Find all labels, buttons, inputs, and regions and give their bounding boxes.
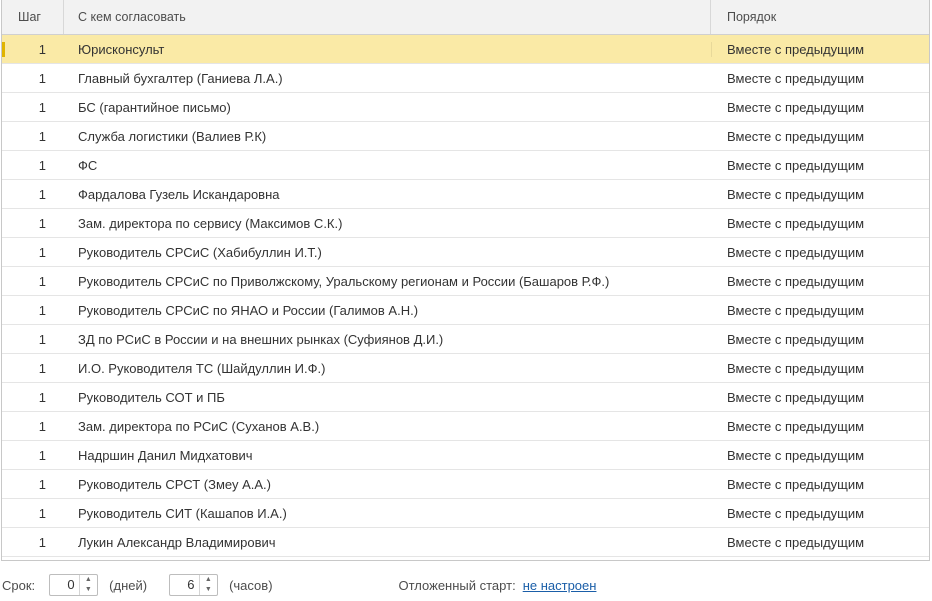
cell-order[interactable]: Вместе с предыдущим bbox=[711, 360, 929, 376]
cell-who[interactable]: БС (гарантийное письмо) bbox=[64, 100, 711, 115]
triangle-up-icon[interactable]: ▲ bbox=[80, 575, 98, 585]
hours-value[interactable]: 6 bbox=[170, 575, 198, 595]
table-row[interactable]: 1 БС (гарантийное письмо) Вместе с предыду… bbox=[2, 93, 929, 122]
table-row[interactable]: 1 Руководитель СИТ (Кашапов И.А.) Вместе с… bbox=[2, 499, 929, 528]
cell-who[interactable]: Фардалова Гузель Искандаровна bbox=[64, 187, 711, 202]
table-row[interactable]: 1 Главный бухгалтер (Ганиева Л.А.) Вместе … bbox=[2, 64, 929, 93]
cell-order[interactable]: Вместе с предыдущим bbox=[711, 447, 929, 463]
cell-who[interactable]: Зам. директора по сервису (Максимов С.К.… bbox=[64, 216, 711, 231]
triangle-down-icon[interactable]: ▼ bbox=[200, 585, 218, 595]
table-body: 1 Юрисконсульт Вместе с предыдущим 1 Главный… bbox=[2, 35, 929, 557]
table-header: Шаг С кем согласовать Порядок bbox=[2, 0, 929, 35]
table-row[interactable]: 1 Фардалова Гузель Искандаровна Вместе с п… bbox=[2, 180, 929, 209]
cell-who[interactable]: Лукин Александр Владимирович bbox=[64, 535, 711, 550]
cell-who[interactable]: Руководитель СИТ (Кашапов И.А.) bbox=[64, 506, 711, 521]
cell-who[interactable]: Руководитель СОТ и ПБ bbox=[64, 390, 711, 405]
column-header-order[interactable]: Порядок bbox=[711, 0, 929, 34]
table-row[interactable]: 1 И.О. Руководителя ТС (Шайдуллин И.Ф.) Вм… bbox=[2, 354, 929, 383]
cell-step[interactable]: 1 bbox=[2, 71, 64, 86]
table-row[interactable]: 1 Юрисконсульт Вместе с предыдущим bbox=[2, 35, 929, 64]
cell-step[interactable]: 1 bbox=[2, 216, 64, 231]
days-label: (дней) bbox=[109, 577, 148, 593]
cell-order[interactable]: Вместе с предыдущим bbox=[711, 128, 929, 144]
table-row[interactable]: 1 Зам. директора по РСиС (Суханов А.В.) Вм… bbox=[2, 412, 929, 441]
cell-who[interactable]: Главный бухгалтер (Ганиева Л.А.) bbox=[64, 71, 711, 86]
cell-who[interactable]: Руководитель СРСиС (Хабибуллин И.Т.) bbox=[64, 245, 711, 260]
term-label: Срок: bbox=[2, 577, 36, 593]
cell-order[interactable]: Вместе с предыдущим bbox=[711, 99, 929, 115]
triangle-up-icon[interactable]: ▲ bbox=[200, 575, 218, 585]
footer-bar: Срок: 0 ▲ ▼ (дней) 6 ▲ ▼ (часов) Отложен… bbox=[0, 572, 932, 598]
cell-step[interactable]: 1 bbox=[2, 129, 64, 144]
cell-who[interactable]: Руководитель СРСиС по ЯНАО и России (Гал… bbox=[64, 303, 711, 318]
cell-order[interactable]: Вместе с предыдущим bbox=[711, 273, 929, 289]
table-row[interactable]: 1 Руководитель СРСТ (Змеу А.А.) Вместе с п… bbox=[2, 470, 929, 499]
table-row[interactable]: 1 ФС Вместе с предыдущим bbox=[2, 151, 929, 180]
table-row[interactable]: 1 Руководитель СРСиС по Приволжскому, Ура… bbox=[2, 267, 929, 296]
cell-step[interactable]: 1 bbox=[2, 477, 64, 492]
table-row[interactable]: 1 Служба логистики (Валиев Р.К) Вместе с п… bbox=[2, 122, 929, 151]
cell-step[interactable]: 1 bbox=[2, 390, 64, 405]
cell-order[interactable]: Вместе с предыдущим bbox=[711, 505, 929, 521]
triangle-down-icon[interactable]: ▼ bbox=[80, 585, 98, 595]
table-row[interactable]: 1 ЗД по РСиС в России и на внешних рынках… bbox=[2, 325, 929, 354]
cell-step[interactable]: 1 bbox=[2, 41, 64, 57]
cell-who[interactable]: Служба логистики (Валиев Р.К) bbox=[64, 129, 711, 144]
cell-step[interactable]: 1 bbox=[2, 100, 64, 115]
hours-label: (часов) bbox=[229, 577, 273, 593]
cell-who[interactable]: ЗД по РСиС в России и на внешних рынках … bbox=[64, 332, 711, 347]
delayed-start-link[interactable]: не настроен bbox=[523, 578, 597, 593]
cell-who[interactable]: ФС bbox=[64, 158, 711, 173]
cell-who[interactable]: И.О. Руководителя ТС (Шайдуллин И.Ф.) bbox=[64, 361, 711, 376]
approval-table: Шаг С кем согласовать Порядок 1 Юрисконсу… bbox=[1, 0, 930, 561]
cell-step[interactable]: 1 bbox=[2, 245, 64, 260]
delayed-start-label: Отложенный старт: bbox=[398, 577, 516, 593]
cell-who[interactable]: Надршин Данил Мидхатович bbox=[64, 448, 711, 463]
cell-step[interactable]: 1 bbox=[2, 535, 64, 550]
column-header-who[interactable]: С кем согласовать bbox=[64, 0, 711, 34]
cell-step[interactable]: 1 bbox=[2, 361, 64, 376]
table-row[interactable]: 1 Зам. директора по сервису (Максимов С.К… bbox=[2, 209, 929, 238]
cell-step[interactable]: 1 bbox=[2, 419, 64, 434]
cell-who[interactable]: Юрисконсульт bbox=[64, 42, 711, 57]
cell-step[interactable]: 1 bbox=[2, 303, 64, 318]
table-row[interactable]: 1 Руководитель СРСиС (Хабибуллин И.Т.) Вме… bbox=[2, 238, 929, 267]
cell-step[interactable]: 1 bbox=[2, 506, 64, 521]
cell-step[interactable]: 1 bbox=[2, 187, 64, 202]
column-header-step[interactable]: Шаг bbox=[2, 0, 64, 34]
table-row[interactable]: 1 Руководитель СРСиС по ЯНАО и России (Га… bbox=[2, 296, 929, 325]
cell-order[interactable]: Вместе с предыдущим bbox=[711, 244, 929, 260]
cell-step[interactable]: 1 bbox=[2, 332, 64, 347]
cell-order[interactable]: Вместе с предыдущим bbox=[711, 41, 929, 57]
cell-order[interactable]: Вместе с предыдущим bbox=[711, 476, 929, 492]
cell-step[interactable]: 1 bbox=[2, 158, 64, 173]
cell-step[interactable]: 1 bbox=[2, 448, 64, 463]
days-stepper[interactable]: 0 ▲ ▼ bbox=[49, 574, 99, 596]
days-value[interactable]: 0 bbox=[50, 575, 78, 595]
cell-who[interactable]: Руководитель СРСТ (Змеу А.А.) bbox=[64, 477, 711, 492]
hours-stepper[interactable]: 6 ▲ ▼ bbox=[169, 574, 219, 596]
cell-order[interactable]: Вместе с предыдущим bbox=[711, 331, 929, 347]
cell-step[interactable]: 1 bbox=[2, 274, 64, 289]
cell-who[interactable]: Зам. директора по РСиС (Суханов А.В.) bbox=[64, 419, 711, 434]
cell-order[interactable]: Вместе с предыдущим bbox=[711, 157, 929, 173]
cell-order[interactable]: Вместе с предыдущим bbox=[711, 389, 929, 405]
cell-order[interactable]: Вместе с предыдущим bbox=[711, 302, 929, 318]
table-row[interactable]: 1 Руководитель СОТ и ПБ Вместе с предыдущи… bbox=[2, 383, 929, 412]
cell-order[interactable]: Вместе с предыдущим bbox=[711, 418, 929, 434]
cell-order[interactable]: Вместе с предыдущим bbox=[711, 70, 929, 86]
cell-order[interactable]: Вместе с предыдущим bbox=[711, 215, 929, 231]
cell-order[interactable]: Вместе с предыдущим bbox=[711, 534, 929, 550]
cell-order[interactable]: Вместе с предыдущим bbox=[711, 186, 929, 202]
table-row[interactable]: 1 Надршин Данил Мидхатович Вместе с предыд… bbox=[2, 441, 929, 470]
table-row[interactable]: 1 Лукин Александр Владимирович Вместе с пр… bbox=[2, 528, 929, 557]
cell-who[interactable]: Руководитель СРСиС по Приволжскому, Урал… bbox=[64, 274, 711, 289]
